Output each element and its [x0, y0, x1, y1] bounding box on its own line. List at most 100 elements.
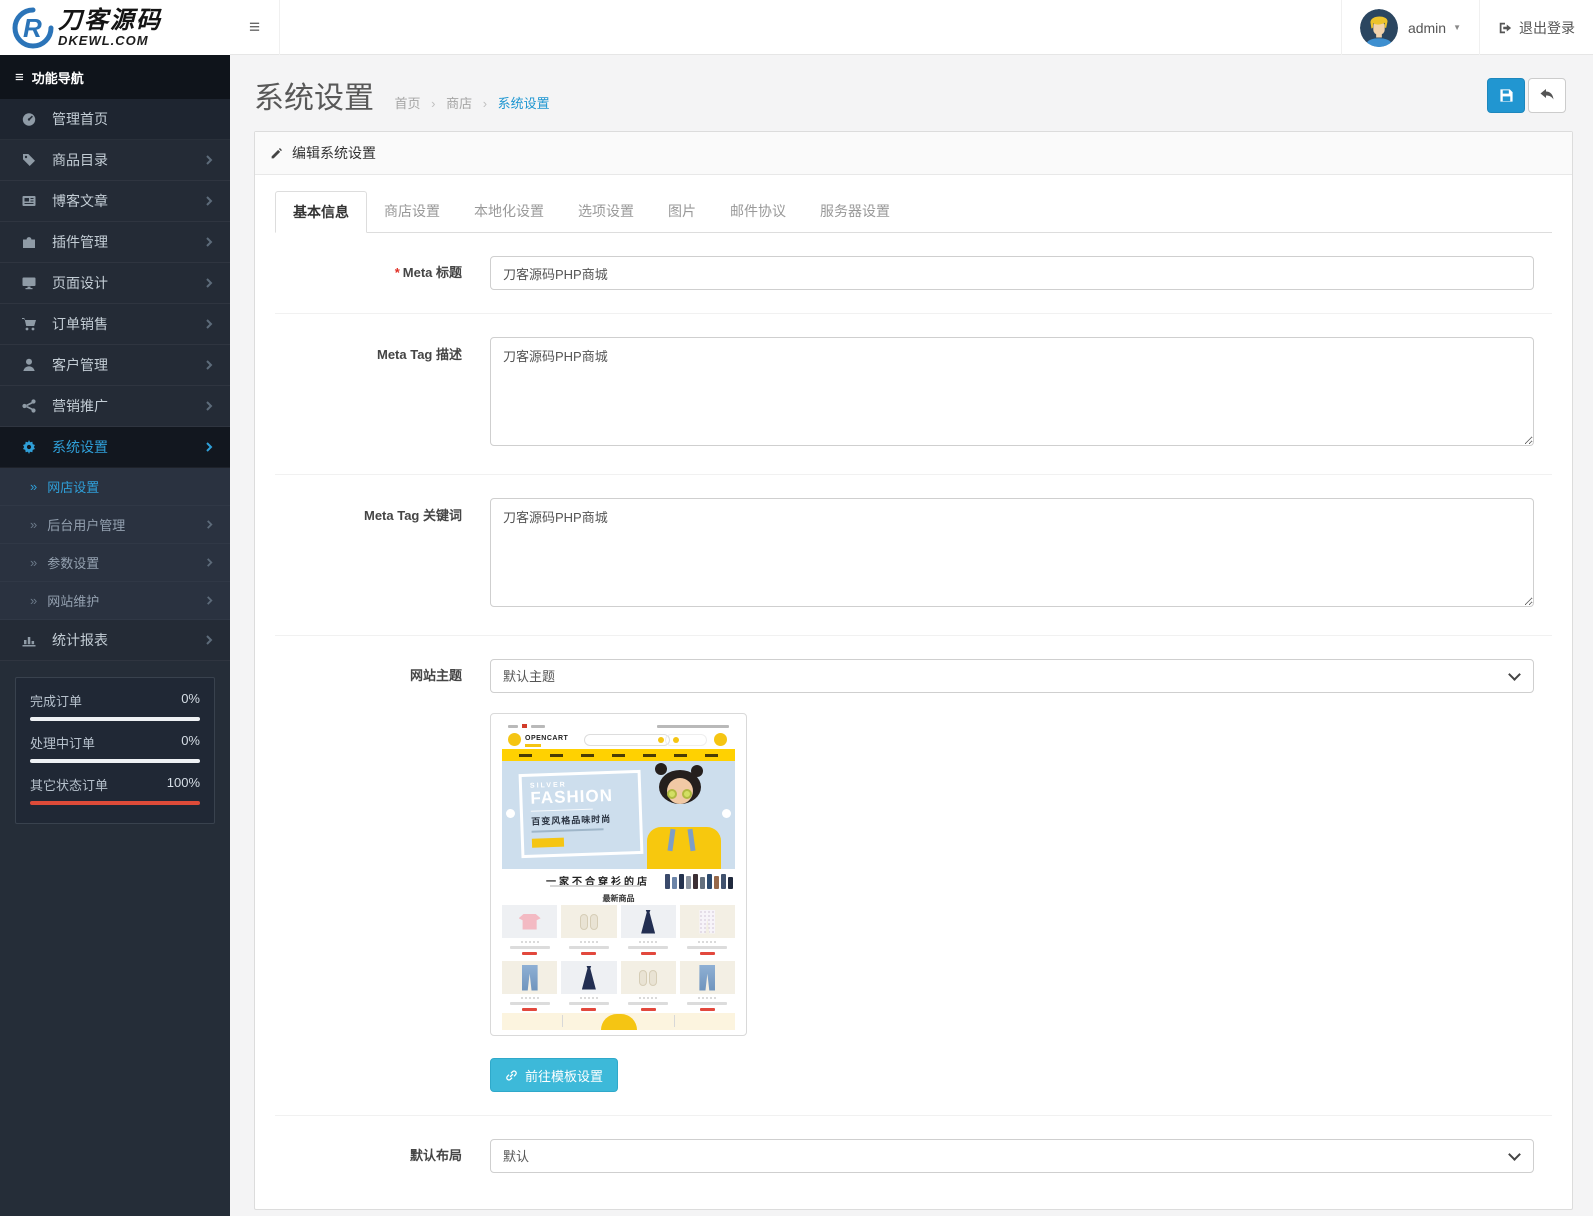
sidebar-item-marketing[interactable]: 营销推广	[0, 386, 230, 427]
preview-product-card	[621, 961, 676, 1013]
tag-icon	[21, 152, 37, 168]
theme-select[interactable]: 默认主题	[490, 659, 1534, 693]
breadcrumb-store[interactable]: 商店	[446, 96, 472, 111]
preview-product-card	[502, 961, 557, 1013]
tab-server[interactable]: 服务器设置	[803, 191, 907, 233]
tab-option[interactable]: 选项设置	[561, 191, 651, 233]
preview-hero-frame: SILVER FASHION 百变风格品味时尚	[519, 770, 644, 858]
hamburger-icon: ≡	[249, 17, 260, 39]
sidebar-item-system[interactable]: 系统设置	[0, 427, 230, 468]
submenu-item-store-settings[interactable]: » 网店设置	[0, 468, 230, 506]
logout-label: 退出登录	[1519, 18, 1575, 38]
save-icon	[1499, 88, 1514, 103]
caret-down-icon: ▼	[1453, 23, 1461, 32]
sidebar-item-label: 客户管理	[52, 355, 108, 375]
sidebar-item-label: 商品目录	[52, 150, 108, 170]
submenu-item-admin-users[interactable]: » 后台用户管理	[0, 506, 230, 544]
edit-settings-panel: 编辑系统设置 基本信息 商店设置 本地化设置 选项设置 图片 邮件协议 服务器设…	[254, 131, 1573, 1210]
tab-mail[interactable]: 邮件协议	[713, 191, 803, 233]
brand-domain: DKEWL.COM	[58, 34, 162, 47]
chevron-right-icon	[205, 520, 214, 529]
theme-preview-image: OPENCART SI	[490, 713, 747, 1036]
settings-tabs: 基本信息 商店设置 本地化设置 选项设置 图片 邮件协议 服务器设置	[275, 191, 1552, 233]
sidebar-item-label: 统计报表	[52, 630, 108, 650]
layout-label: 默认布局	[275, 1139, 490, 1173]
sidebar-item-reports[interactable]: 统计报表	[0, 620, 230, 661]
chevron-right-icon	[204, 196, 214, 206]
sidebar-toggle-button[interactable]: ≡	[230, 0, 280, 55]
preview-store-name: OPENCART	[525, 735, 568, 742]
reply-arrow-icon	[1539, 88, 1555, 104]
double-chevron-icon: »	[30, 479, 37, 494]
preview-product-card	[621, 905, 676, 957]
stat-label: 处理中订单	[30, 733, 95, 752]
sidebar-item-sales[interactable]: 订单销售	[0, 304, 230, 345]
preview-banner-strip: 一家不合穿衫的店	[502, 869, 735, 891]
list-icon: ≡	[15, 69, 24, 86]
sidebar-item-label: 插件管理	[52, 232, 108, 252]
submenu-item-parameters[interactable]: » 参数设置	[0, 544, 230, 582]
avatar	[1360, 9, 1398, 47]
top-bar: ≡ admin ▼ 退出登录	[0, 0, 1593, 55]
submenu-item-maintenance[interactable]: » 网站维护	[0, 582, 230, 620]
stat-label: 其它状态订单	[30, 775, 108, 794]
preview-section-title: 最新商品	[496, 893, 741, 904]
user-icon	[21, 357, 37, 373]
meta-title-input[interactable]	[490, 256, 1534, 290]
svg-text:R: R	[23, 13, 42, 43]
panel-heading: 编辑系统设置	[255, 132, 1572, 175]
preview-product-card	[561, 961, 616, 1013]
preview-product-card	[680, 961, 735, 1013]
tab-general[interactable]: 基本信息	[275, 191, 367, 233]
stat-other-orders: 其它状态订单 100%	[30, 775, 200, 805]
form-group-meta-description: Meta Tag 描述 刀客源码PHP商城	[275, 314, 1552, 475]
sidebar-item-label: 系统设置	[52, 437, 108, 457]
tab-local[interactable]: 本地化设置	[457, 191, 561, 233]
preview-product-grid	[502, 905, 735, 1013]
logout-icon	[1498, 21, 1512, 35]
save-button[interactable]	[1487, 78, 1525, 113]
double-chevron-icon: »	[30, 593, 37, 608]
theme-select-wrap: 默认主题	[490, 659, 1534, 693]
tab-store[interactable]: 商店设置	[367, 191, 457, 233]
sidebar-item-customers[interactable]: 客户管理	[0, 345, 230, 386]
bar-chart-icon	[21, 632, 37, 648]
back-button[interactable]	[1528, 78, 1566, 113]
meta-keywords-textarea[interactable]: 刀客源码PHP商城	[490, 498, 1534, 607]
preview-clothes-rack	[665, 871, 733, 889]
form-group-layout: 默认布局 默认	[275, 1116, 1552, 1183]
meta-description-textarea[interactable]: 刀客源码PHP商城	[490, 337, 1534, 446]
sidebar-item-label: 订单销售	[52, 314, 108, 334]
user-menu[interactable]: admin ▼	[1341, 0, 1479, 55]
sidebar-item-label: 页面设计	[52, 273, 108, 293]
sidebar-item-catalog[interactable]: 商品目录	[0, 140, 230, 181]
meta-title-label: *Meta 标题	[275, 256, 490, 290]
sidebar-item-extensions[interactable]: 插件管理	[0, 222, 230, 263]
sidebar-item-blog[interactable]: 博客文章	[0, 181, 230, 222]
sidebar-item-label: 博客文章	[52, 191, 108, 211]
chevron-right-icon	[205, 596, 214, 605]
sidebar: ≡ 功能导航 管理首页 商品目录 博客文章 插件管理 页面设计 订单销售 客户管…	[0, 55, 230, 1216]
breadcrumb-home[interactable]: 首页	[394, 96, 420, 111]
stat-value: 100%	[167, 775, 200, 794]
stat-value: 0%	[181, 691, 200, 710]
tab-image[interactable]: 图片	[651, 191, 713, 233]
form-group-meta-keywords: Meta Tag 关键词 刀客源码PHP商城	[275, 475, 1552, 636]
chevron-right-icon	[204, 237, 214, 247]
order-stats-panel: 完成订单 0% 处理中订单 0% 其它状态订单 100%	[15, 677, 215, 824]
preview-product-card	[502, 905, 557, 957]
sidebar-item-dashboard[interactable]: 管理首页	[0, 99, 230, 140]
sidebar-item-design[interactable]: 页面设计	[0, 263, 230, 304]
system-submenu: » 网店设置 » 后台用户管理 » 参数设置 » 网站维护	[0, 468, 230, 620]
go-to-template-settings-button[interactable]: 前往模板设置	[490, 1058, 618, 1092]
layout-select-wrap: 默认	[490, 1139, 1534, 1173]
chevron-right-icon	[205, 558, 214, 567]
theme-label: 网站主题	[275, 659, 490, 1092]
layout-select[interactable]: 默认	[490, 1139, 1534, 1173]
brand-logo[interactable]: R 刀客源码 DKEWL.COM	[0, 0, 230, 55]
logout-button[interactable]: 退出登录	[1479, 0, 1593, 55]
breadcrumb-current[interactable]: 系统设置	[498, 96, 550, 111]
page-title: 系统设置	[254, 73, 374, 117]
breadcrumb-separator: ›	[483, 96, 487, 111]
stat-label: 完成订单	[30, 691, 82, 710]
